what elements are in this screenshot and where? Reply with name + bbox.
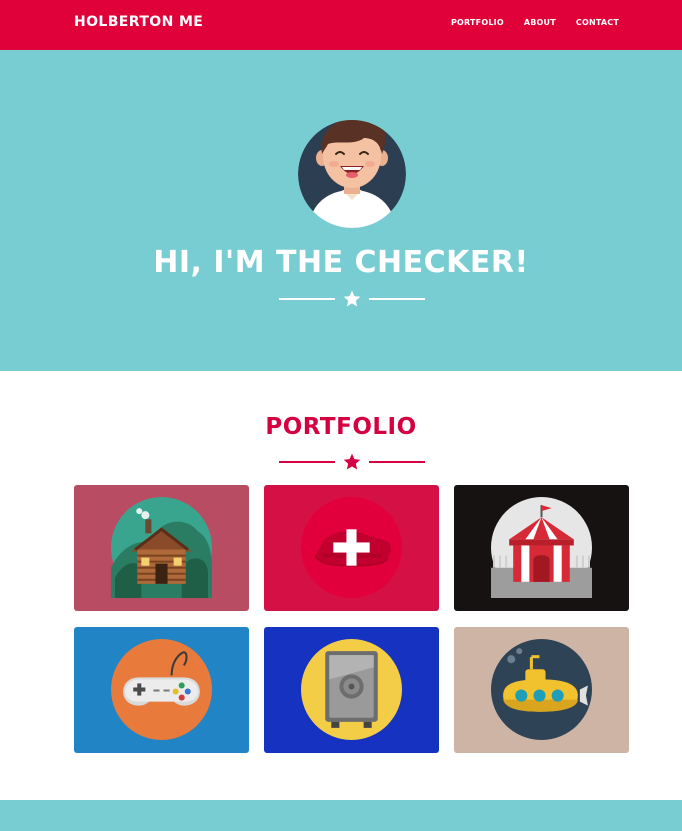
star-icon bbox=[343, 290, 361, 307]
safe-icon bbox=[301, 639, 402, 740]
nav-link-contact[interactable]: CONTACT bbox=[576, 18, 619, 27]
divider-line bbox=[279, 461, 335, 463]
portfolio-item-circus-tent[interactable] bbox=[454, 485, 629, 611]
portfolio-item-safe[interactable] bbox=[264, 627, 439, 753]
divider-line bbox=[369, 298, 425, 300]
cabin-icon bbox=[111, 497, 212, 598]
circus-tent-icon bbox=[491, 497, 592, 598]
portfolio-item-submarine[interactable] bbox=[454, 627, 629, 753]
avatar-icon bbox=[298, 120, 406, 228]
hero-title: HI, I'M THE CHECKER! bbox=[153, 245, 529, 280]
safe-plus-icon bbox=[301, 497, 402, 598]
divider-line bbox=[369, 461, 425, 463]
nav-link-portfolio[interactable]: PORTFOLIO bbox=[451, 18, 504, 27]
nav-link-about[interactable]: ABOUT bbox=[524, 18, 556, 27]
gamepad-icon bbox=[111, 639, 212, 740]
portfolio-item-gamepad[interactable] bbox=[74, 627, 249, 753]
portfolio-title: PORTFOLIO bbox=[265, 414, 417, 440]
navbar: HOLBERTON ME PORTFOLIO ABOUT CONTACT bbox=[0, 0, 682, 50]
footer-band bbox=[0, 800, 682, 831]
portfolio-item-cabin[interactable] bbox=[74, 485, 249, 611]
divider-line bbox=[279, 298, 335, 300]
portfolio-item-safe-plus[interactable] bbox=[264, 485, 439, 611]
submarine-icon bbox=[491, 639, 592, 740]
nav-links: PORTFOLIO ABOUT CONTACT bbox=[451, 18, 619, 27]
brand-logo[interactable]: HOLBERTON ME bbox=[74, 14, 203, 30]
hero-divider bbox=[279, 289, 425, 309]
star-icon bbox=[343, 453, 361, 470]
portfolio-divider bbox=[279, 452, 425, 472]
